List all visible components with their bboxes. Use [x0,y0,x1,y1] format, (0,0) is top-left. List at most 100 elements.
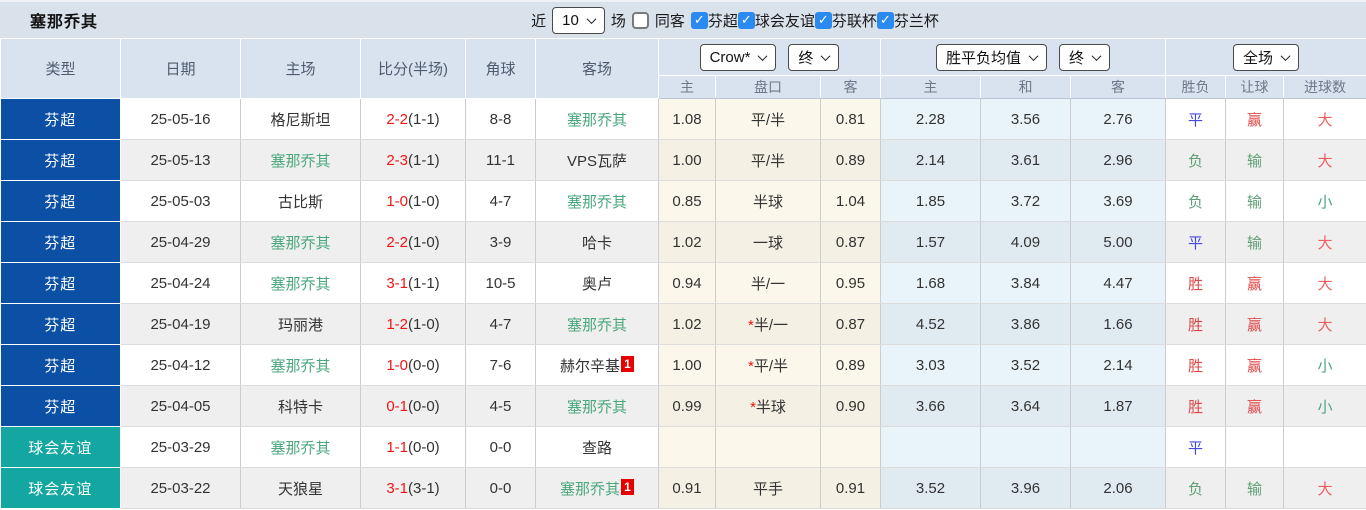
subcol-result: 胜负 [1165,75,1226,99]
matches-label: 场 [610,12,626,30]
eu-draw-odds-cell: 4.09 [980,221,1071,263]
team-name[interactable]: 查路 [582,440,612,457]
team-name[interactable]: 塞那乔其 [567,399,627,416]
ah-away-odds-cell: 0.90 [820,385,881,427]
league-type-cell[interactable]: 芬超 [0,98,121,140]
red-card-badge: 1 [621,478,634,495]
chevron-down-icon [1028,50,1039,61]
team-name[interactable]: 塞那乔其 [567,112,627,129]
away-team-cell: 哈卡 [535,221,659,263]
subcol-ah-away: 客 [820,75,881,99]
team-name[interactable]: 天狼星 [278,481,323,498]
eu-away-odds-cell [1070,426,1166,468]
team-name[interactable]: 玛丽港 [278,317,323,334]
handicap-result-cell [1225,426,1284,468]
ah-time-select[interactable]: 终 [788,43,840,71]
recent-count-select[interactable]: 10 [552,6,605,34]
filter-checkbox[interactable]: ✓ [876,11,894,29]
team-name[interactable]: 科特卡 [278,399,323,416]
bookmaker-select[interactable]: Crow* [699,43,777,71]
col-header-away: 客场 [535,38,659,99]
away-team-cell: 赫尔辛基 1 [535,344,659,386]
eu-away-odds-cell: 2.06 [1070,467,1166,509]
team-name[interactable]: 塞那乔其 [560,481,620,498]
team-name[interactable]: 塞那乔其 [270,235,330,252]
filter-label: 芬超 [707,12,738,30]
table-row: 芬超 25-05-16 格尼斯坦 2-2(1-1) 8-8 塞那乔其 1.08 … [0,98,1366,140]
handicap-result-cell: 赢 [1225,344,1284,386]
eu-odds-source-select[interactable]: 胜平负均值 [935,43,1047,71]
result-scope-select[interactable]: 全场 [1233,43,1300,71]
goals-result-cell: 大 [1283,262,1366,304]
fulltime-score: 2-3 [386,151,408,169]
date-cell: 25-05-13 [120,139,241,181]
col-header-score: 比分(半场) [360,38,466,99]
corners-cell: 0-0 [465,426,536,468]
team-name[interactable]: 塞那乔其 [567,194,627,211]
score-cell: 1-2(1-0) [360,303,466,345]
league-type-cell[interactable]: 芬超 [0,221,121,263]
filter-checkbox[interactable]: ✓ [690,11,708,29]
ah-away-odds-cell: 0.87 [820,303,881,345]
result-cell: 平 [1165,98,1226,140]
team-name[interactable]: 古比斯 [278,194,323,211]
team-name[interactable]: 塞那乔其 [270,276,330,293]
halftime-score: (1-0) [408,192,440,210]
eu-home-odds-cell: 2.14 [880,139,981,181]
league-type-cell[interactable]: 芬超 [0,385,121,427]
team-name[interactable]: 塞那乔其 [567,317,627,334]
league-type-cell[interactable]: 球会友谊 [0,467,121,509]
eu-home-odds-cell: 1.57 [880,221,981,263]
eu-away-odds-cell: 2.14 [1070,344,1166,386]
result-cell: 胜 [1165,344,1226,386]
score-cell: 2-2(1-0) [360,221,466,263]
eu-away-odds-cell: 4.47 [1070,262,1166,304]
league-type-cell[interactable]: 芬超 [0,303,121,345]
eu-odds-source-value: 胜平负均值 [945,49,1021,67]
table-row: 球会友谊 25-03-22 天狼星 3-1(3-1) 0-0 塞那乔其 1 0.9… [0,467,1366,509]
handicap-result-cell: 输 [1225,180,1284,222]
ah-away-odds-cell: 1.04 [820,180,881,222]
league-type-cell[interactable]: 芬超 [0,262,121,304]
league-type-cell[interactable]: 球会友谊 [0,426,121,468]
col-header-date: 日期 [120,38,241,99]
ah-line-cell [715,426,821,468]
team-name[interactable]: 赫尔辛基 [560,358,620,375]
date-cell: 25-05-03 [120,180,241,222]
filter-checkbox[interactable]: ✓ [814,11,832,29]
team-name[interactable]: VPS瓦萨 [567,153,627,170]
filter-checkbox[interactable]: ✓ [737,11,755,29]
league-type-cell[interactable]: 芬超 [0,344,121,386]
eu-away-odds-cell: 5.00 [1070,221,1166,263]
team-name[interactable]: 塞那乔其 [270,358,330,375]
same-away-label: 同客 [654,12,685,30]
league-type-cell[interactable]: 芬超 [0,180,121,222]
ah-home-odds-cell: 1.00 [658,344,716,386]
eu-home-odds-cell [880,426,981,468]
same-away-checkbox[interactable] [631,11,649,29]
eu-time-select[interactable]: 终 [1059,43,1111,71]
ah-away-odds-cell [820,426,881,468]
date-cell: 25-04-19 [120,303,241,345]
ah-home-odds-cell: 1.08 [658,98,716,140]
handicap-result-cell: 输 [1225,139,1284,181]
date-cell: 25-03-22 [120,467,241,509]
team-name[interactable]: 格尼斯坦 [270,112,330,129]
result-cell: 平 [1165,221,1226,263]
recent-label: 近 [531,12,547,30]
team-name[interactable]: 哈卡 [582,235,612,252]
home-team-cell: 玛丽港 [240,303,361,345]
eu-draw-odds-cell: 3.96 [980,467,1071,509]
match-table-body: 芬超 25-05-16 格尼斯坦 2-2(1-1) 8-8 塞那乔其 1.08 … [0,98,1366,509]
chevron-down-icon [1280,50,1291,61]
fulltime-score: 1-0 [386,356,408,374]
team-name[interactable]: 塞那乔其 [270,153,330,170]
team-name[interactable]: 奥卢 [582,276,612,293]
goals-result-cell: 小 [1283,385,1366,427]
league-type-cell[interactable]: 芬超 [0,139,121,181]
goals-result-cell: 小 [1283,344,1366,386]
away-team-cell: 塞那乔其 [535,98,659,140]
team-name[interactable]: 塞那乔其 [270,440,330,457]
goals-result-cell: 小 [1283,180,1366,222]
ah-away-odds-cell: 0.81 [820,98,881,140]
